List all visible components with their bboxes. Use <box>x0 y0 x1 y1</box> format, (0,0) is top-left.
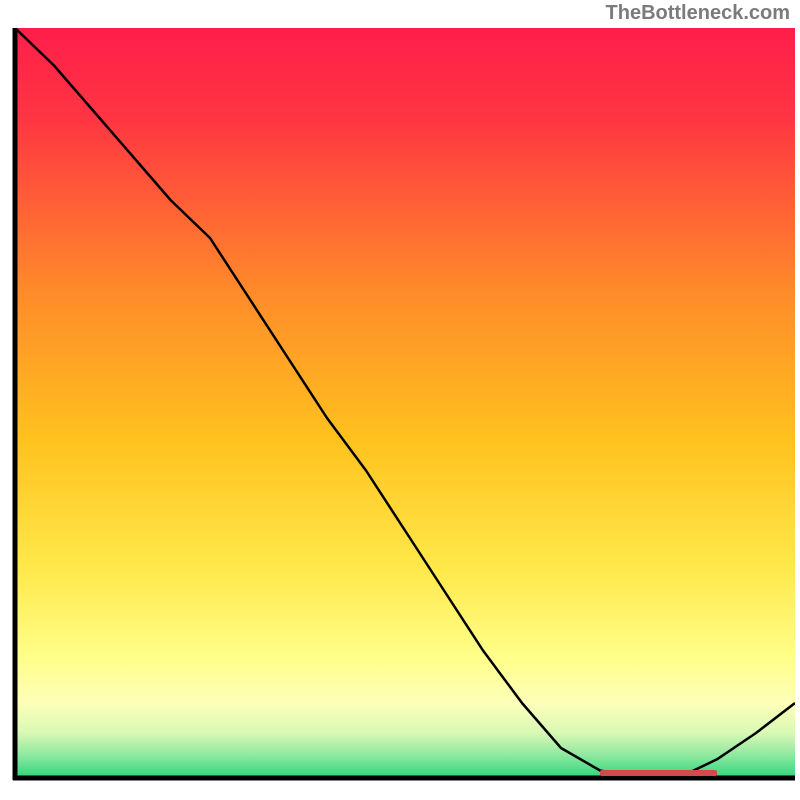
watermark-text: TheBottleneck.com <box>606 2 790 25</box>
chart-svg <box>5 28 795 788</box>
optimal-marker <box>600 770 717 776</box>
plot-background <box>15 28 795 778</box>
bottleneck-chart <box>5 28 795 788</box>
